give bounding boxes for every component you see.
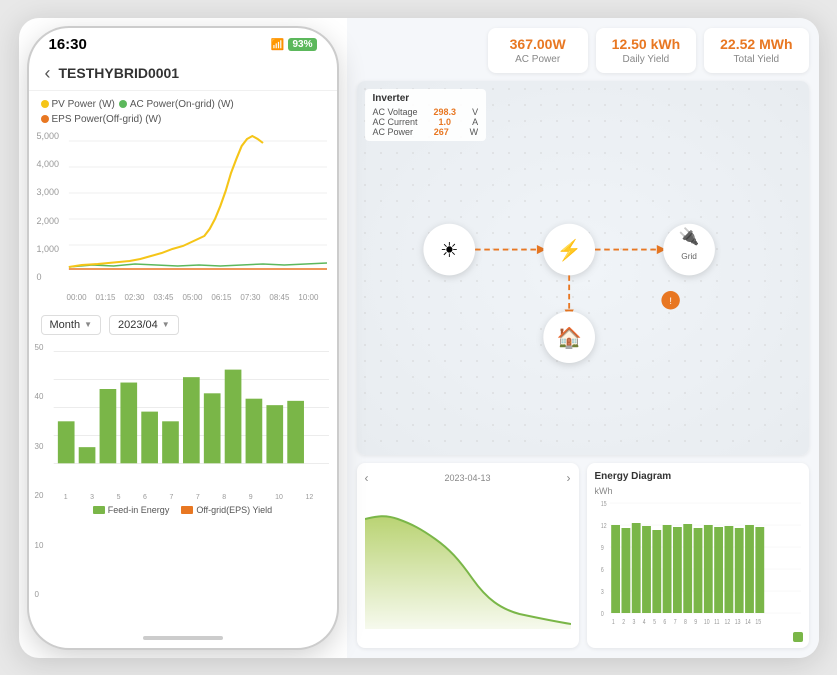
svg-text:12: 12: [724, 618, 730, 626]
panel-date-display: 2023-04-13: [444, 473, 490, 483]
status-icons: 📶 93%: [271, 38, 317, 51]
chart-legend: PV Power (W) AC Power(On-grid) (W) EPS P…: [29, 91, 337, 127]
total-yield-label: Total Yield: [720, 54, 792, 65]
offgrid-label: Off-grid(EPS) Yield: [196, 505, 272, 515]
daily-yield-label: Daily Yield: [612, 54, 680, 65]
legend-eps: EPS Power(Off-grid) (W): [41, 114, 162, 125]
energy-bar-chart-svg: 15 12 9 6 3 0: [595, 498, 801, 628]
offgrid-color: [181, 506, 193, 514]
svg-text:11: 11: [714, 618, 720, 626]
y-axis-labels: 5,000 4,000 3,000 2,000 1,000 0: [37, 131, 60, 283]
phone-header: ‹ TESTHYBRID0001: [29, 57, 337, 91]
home-indicator: [29, 628, 337, 648]
svg-text:3: 3: [600, 588, 603, 596]
svg-text:7: 7: [673, 618, 676, 626]
svg-text:0: 0: [600, 610, 603, 618]
energy-diagram-title: Energy Diagram: [595, 471, 801, 482]
svg-text:8: 8: [684, 618, 687, 626]
phone-mockup: 16:30 📶 93% ‹ TESTHYBRID0001 PV Power (W…: [29, 28, 337, 648]
svg-text:⚡: ⚡: [556, 237, 581, 262]
flow-diagram-svg: ☀ ⚡ 🔌 Grid 🏠: [357, 81, 809, 455]
daily-yield-value: 12.50 kWh: [612, 36, 680, 52]
svg-text:9: 9: [694, 618, 697, 626]
home-bar: [143, 636, 223, 640]
svg-text:🔌: 🔌: [678, 226, 699, 246]
status-bar: 16:30 📶 93%: [29, 28, 337, 57]
svg-text:14: 14: [745, 618, 751, 626]
device-title: TESTHYBRID0001: [59, 65, 180, 81]
svg-text:13: 13: [734, 618, 740, 626]
ac-power-label: AC Power: [504, 54, 572, 65]
svg-text:2: 2: [622, 618, 625, 626]
eps-label: EPS Power(Off-grid) (W): [52, 114, 162, 125]
daily-yield-card: 12.50 kWh Daily Yield: [596, 28, 696, 73]
energy-unit: kWh: [595, 486, 801, 496]
ac-power-value: 367.00W: [504, 36, 572, 52]
bar-y-axis: 50 40 30 20 10 0: [35, 343, 44, 600]
svg-text:15: 15: [755, 618, 761, 626]
svg-text:1: 1: [611, 618, 614, 626]
dashboard-panel: 367.00W AC Power 12.50 kWh Daily Yield 2…: [347, 18, 819, 658]
prev-date-button[interactable]: ‹: [365, 471, 369, 485]
ac-label: AC Power(On-grid) (W): [130, 99, 234, 110]
signal-icon: 📶: [271, 38, 285, 51]
date-dropdown-arrow: ▼: [162, 320, 170, 329]
battery-display: 93%: [288, 38, 316, 51]
svg-text:10: 10: [703, 618, 709, 626]
bottom-panels-row: ‹ 2023-04-13 ›: [357, 463, 809, 648]
svg-text:☀: ☀: [440, 239, 458, 261]
svg-text:15: 15: [600, 500, 606, 508]
green-indicator: [793, 632, 803, 642]
daily-chart-header: ‹ 2023-04-13 ›: [365, 471, 571, 485]
area-chart-svg: [365, 489, 571, 629]
svg-text:🏠: 🏠: [556, 326, 581, 349]
bar-legend: Feed-in Energy Off-grid(EPS) Yield: [37, 501, 329, 521]
svg-text:5: 5: [653, 618, 656, 626]
feed-in-color: [93, 506, 105, 514]
feed-in-legend: Feed-in Energy: [93, 505, 170, 515]
feed-in-label: Feed-in Energy: [108, 505, 170, 515]
total-yield-card: 22.52 MWh Total Yield: [704, 28, 808, 73]
svg-text:Grid: Grid: [681, 250, 697, 260]
next-date-button[interactable]: ›: [566, 471, 570, 485]
daily-chart-panel: ‹ 2023-04-13 ›: [357, 463, 579, 648]
period-dropdown-arrow: ▼: [84, 320, 92, 329]
svg-text:6: 6: [663, 618, 666, 626]
svg-text:9: 9: [600, 544, 603, 552]
offgrid-legend: Off-grid(EPS) Yield: [181, 505, 272, 515]
svg-text:12: 12: [600, 522, 606, 530]
svg-text:6: 6: [600, 566, 603, 574]
legend-ac: AC Power(On-grid) (W): [119, 99, 234, 110]
eps-dot: [41, 115, 49, 123]
time-display: 16:30: [49, 36, 87, 53]
back-button[interactable]: ‹: [45, 63, 51, 84]
energy-flow-panel: Inverter AC Voltage 298.3 V AC Current 1…: [357, 81, 809, 455]
main-container: 16:30 📶 93% ‹ TESTHYBRID0001 PV Power (W…: [19, 18, 819, 658]
bar-chart-section: 50 40 30 20 10 0: [29, 343, 337, 628]
ac-dot: [119, 100, 127, 108]
bar-chart-svg: [37, 347, 329, 487]
date-dropdown[interactable]: 2023/04 ▼: [109, 315, 179, 335]
pv-label: PV Power (W): [52, 99, 115, 110]
energy-diagram-panel: Energy Diagram kWh 15 12 9 6 3 0: [587, 463, 809, 648]
total-yield-value: 22.52 MWh: [720, 36, 792, 52]
svg-text:3: 3: [632, 618, 635, 626]
ac-power-card: 367.00W AC Power: [488, 28, 588, 73]
pv-dot: [41, 100, 49, 108]
bar-x-labels: 1 3 5 6 7 7 8 9 10 12: [37, 492, 329, 501]
line-chart-svg: [39, 131, 327, 286]
period-dropdown[interactable]: Month ▼: [41, 315, 102, 335]
svg-text:!: !: [669, 295, 672, 305]
x-axis-labels: 00:00 01:15 02:30 03:45 05:00 06:15 07:3…: [39, 291, 327, 302]
svg-text:4: 4: [642, 618, 645, 626]
line-chart-area: 5,000 4,000 3,000 2,000 1,000 0: [29, 127, 337, 307]
period-controls: Month ▼ 2023/04 ▼: [29, 307, 337, 343]
legend-pv: PV Power (W): [41, 99, 115, 110]
stats-row: 367.00W AC Power 12.50 kWh Daily Yield 2…: [357, 28, 809, 73]
